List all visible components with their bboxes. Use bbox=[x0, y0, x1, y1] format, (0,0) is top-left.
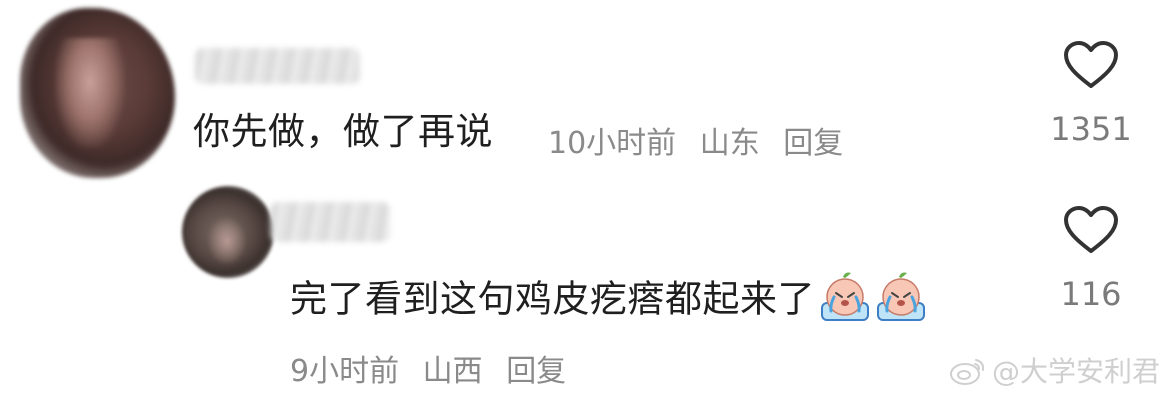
like-count: 116 bbox=[1060, 275, 1122, 313]
like-count: 1351 bbox=[1050, 110, 1132, 148]
comment-time: 9小时前 bbox=[290, 354, 400, 389]
comment-text: 你先做，做了再说 bbox=[193, 110, 493, 153]
like-group: 1351 bbox=[1036, 40, 1146, 148]
heart-icon[interactable] bbox=[1063, 40, 1119, 90]
crying-face-emoji bbox=[877, 272, 925, 321]
like-group: 116 bbox=[1036, 205, 1146, 313]
reply-button[interactable]: 回复 bbox=[783, 126, 843, 161]
username-blurred[interactable] bbox=[270, 202, 390, 242]
avatar[interactable] bbox=[182, 186, 274, 278]
comment-text-body: 完了看到这句鸡皮疙瘩都起来了 bbox=[290, 277, 815, 321]
comment-meta: 10小时前 山东 回复 bbox=[548, 118, 857, 162]
weibo-logo-icon bbox=[949, 359, 985, 385]
heart-icon[interactable] bbox=[1063, 205, 1119, 255]
comment-thread: 你先做，做了再说 10小时前 山东 回复 1351 完了看到这句鸡皮疙瘩都起来了 bbox=[0, 0, 1170, 400]
username-blurred[interactable] bbox=[195, 48, 360, 84]
avatar[interactable] bbox=[20, 8, 175, 178]
comment-location: 山西 bbox=[422, 354, 483, 389]
reply-button[interactable]: 回复 bbox=[506, 354, 566, 389]
watermark: @大学安利君 bbox=[948, 350, 1160, 390]
comment-time: 10小时前 bbox=[548, 126, 677, 161]
watermark-text: @大学安利君 bbox=[991, 355, 1160, 388]
comment-location: 山东 bbox=[699, 126, 760, 161]
comment-text: 完了看到这句鸡皮疙瘩都起来了 bbox=[290, 272, 927, 327]
comment-meta: 9小时前 山西 回复 bbox=[290, 346, 580, 390]
crying-face-emoji bbox=[821, 272, 869, 321]
